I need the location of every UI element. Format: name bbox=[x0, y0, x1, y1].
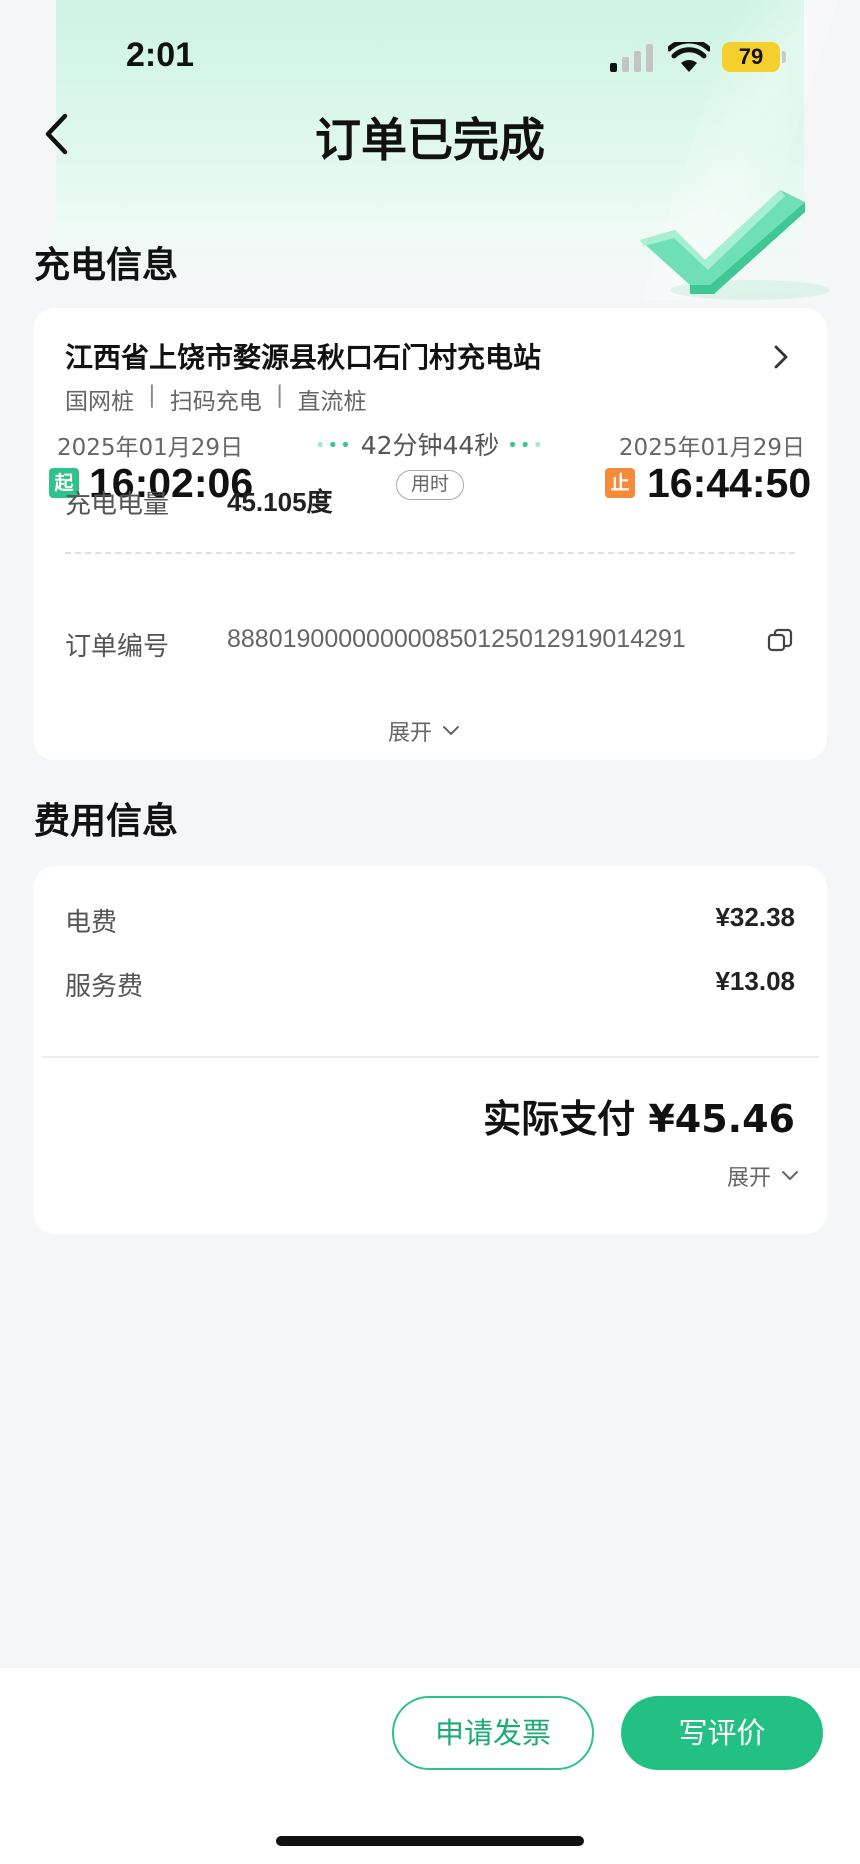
fee-label-service: 服务费 bbox=[65, 972, 144, 1002]
charging-section-title: 充电信息 bbox=[34, 245, 179, 286]
apply-invoice-button[interactable]: 申请发票 bbox=[392, 1696, 594, 1770]
dots-decoration-right: •• bbox=[507, 435, 533, 456]
fee-label-electricity: 电费 bbox=[65, 908, 118, 938]
expand-label: 展开 bbox=[726, 1166, 771, 1191]
chevron-right-icon[interactable] bbox=[771, 342, 791, 372]
write-review-button[interactable]: 写评价 bbox=[621, 1696, 823, 1770]
checkmark-decoration-icon bbox=[640, 190, 830, 300]
chevron-down-icon bbox=[782, 1171, 798, 1180]
expand-label: 展开 bbox=[388, 721, 433, 746]
dots-decoration-left-faint: • bbox=[314, 435, 328, 456]
status-bar: 2:01 79 bbox=[0, 0, 860, 110]
navigation-bar: 订单已完成 bbox=[0, 96, 860, 170]
duration-badge: 用时 bbox=[396, 470, 464, 500]
order-label: 订单编号 bbox=[65, 632, 170, 662]
charging-expand-toggle[interactable]: 展开 bbox=[388, 715, 460, 747]
energy-value: 45.105度 bbox=[227, 487, 333, 517]
duration-value: 42分钟44秒 bbox=[360, 431, 500, 460]
home-indicator[interactable] bbox=[276, 1836, 584, 1846]
fee-value-service: ¥13.08 bbox=[715, 966, 795, 996]
divider bbox=[41, 1056, 819, 1058]
dots-decoration-left: •• bbox=[327, 435, 353, 456]
battery-cap bbox=[782, 51, 786, 63]
total-paid: 实际支付 ¥45.46 bbox=[483, 1097, 795, 1141]
tag-pile-type: 国网桩 bbox=[65, 389, 134, 415]
fee-value-electricity: ¥32.38 bbox=[715, 902, 795, 932]
station-name[interactable]: 江西省上饶市婺源县秋口石门村充电站 bbox=[65, 336, 541, 376]
chevron-down-icon bbox=[443, 726, 460, 735]
divider bbox=[65, 552, 795, 554]
end-time: 16:44:50 bbox=[647, 460, 812, 506]
tag-separator: | bbox=[148, 382, 156, 408]
battery-indicator: 79 bbox=[722, 42, 780, 72]
wifi-icon bbox=[668, 42, 710, 72]
status-time: 2:01 bbox=[126, 36, 195, 74]
fee-section-title: 费用信息 bbox=[34, 801, 179, 842]
bottom-action-bar: 申请发票 写评价 bbox=[0, 1668, 860, 1864]
duration: ••• 42分钟44秒 ••• bbox=[33, 426, 827, 462]
tag-charge-method: 扫码充电 bbox=[169, 389, 262, 415]
copy-icon[interactable] bbox=[767, 628, 793, 654]
charging-info-card: 江西省上饶市婺源县秋口石门村充电站 国网桩 | 扫码充电 | 直流桩 2025年… bbox=[33, 308, 827, 760]
page-title: 订单已完成 bbox=[315, 113, 545, 167]
station-tags: 国网桩 | 扫码充电 | 直流桩 bbox=[65, 382, 367, 416]
order-number: 888019000000000850125012919014291 bbox=[227, 625, 686, 653]
tag-separator: | bbox=[275, 382, 284, 408]
dots-decoration-right-faint: • bbox=[532, 435, 546, 456]
fee-expand-toggle[interactable]: 展开 bbox=[727, 1160, 799, 1192]
tag-current-type: 直流桩 bbox=[297, 389, 367, 415]
energy-label: 充电电量 bbox=[65, 490, 170, 520]
fee-info-card: 电费 ¥32.38 服务费 ¥13.08 实际支付 ¥45.46 展开 bbox=[33, 866, 827, 1234]
cellular-signal-icon bbox=[610, 44, 653, 72]
end-tag: 止 bbox=[605, 468, 635, 498]
